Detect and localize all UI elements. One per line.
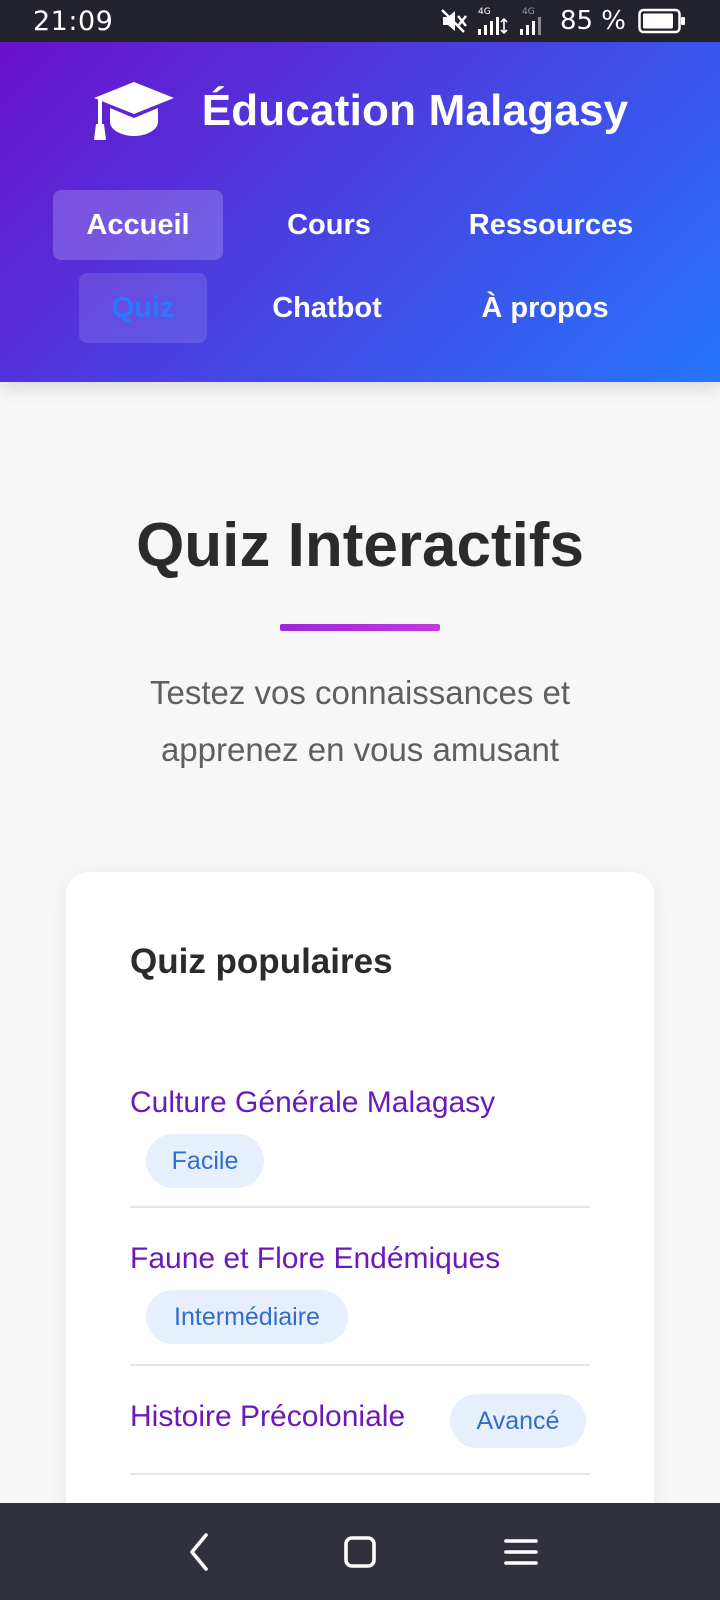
signal-icon: 4G bbox=[519, 7, 541, 35]
page-title: Quiz Interactifs bbox=[136, 511, 584, 580]
graduation-cap-icon bbox=[93, 82, 174, 140]
card-title: Quiz populaires bbox=[130, 942, 393, 981]
list-item: Histoire Précoloniale Avancé bbox=[130, 1366, 590, 1475]
mute-icon bbox=[441, 9, 467, 33]
signal-icon: 4G bbox=[477, 7, 508, 35]
site-header: Éducation Malagasy Accueil Cours Ressour… bbox=[0, 42, 720, 382]
list-item: Culture Générale Malagasy Facile bbox=[130, 1068, 590, 1208]
nav-quiz[interactable]: Quiz bbox=[79, 273, 207, 343]
page-subtitle: Testez vos connaissances et apprenez en … bbox=[149, 674, 571, 768]
quiz-link[interactable]: Histoire Précoloniale bbox=[130, 1400, 405, 1434]
status-icons: 4G 4G 85 % bbox=[440, 5, 686, 37]
difficulty-badge: Facile bbox=[146, 1134, 264, 1188]
network-label: 4G bbox=[522, 7, 535, 17]
quiz-link[interactable]: Culture Générale Malagasy bbox=[130, 1086, 495, 1120]
title-underline bbox=[280, 624, 440, 631]
list-item: Faune et Flore Endémiques Intermédiaire bbox=[130, 1208, 590, 1366]
difficulty-badge: Avancé bbox=[450, 1394, 586, 1448]
brand[interactable]: Éducation Malagasy bbox=[0, 78, 720, 144]
back-icon[interactable] bbox=[180, 1531, 222, 1573]
status-time: 21:09 bbox=[33, 5, 114, 37]
popular-quiz-card: Quiz populaires Culture Générale Malagas… bbox=[66, 872, 654, 1600]
nav-a-propos[interactable]: À propos bbox=[466, 273, 624, 343]
battery-percent: 85 % bbox=[559, 6, 626, 36]
menu-icon[interactable] bbox=[500, 1531, 542, 1573]
system-nav-bar bbox=[0, 1503, 720, 1600]
site-title: Éducation Malagasy bbox=[201, 86, 629, 135]
home-icon[interactable] bbox=[339, 1531, 381, 1573]
nav-accueil[interactable]: Accueil bbox=[53, 190, 223, 260]
battery-icon bbox=[638, 8, 685, 34]
quiz-link[interactable]: Faune et Flore Endémiques bbox=[130, 1242, 500, 1276]
nav-chatbot[interactable]: Chatbot bbox=[250, 273, 404, 343]
nav-cours[interactable]: Cours bbox=[262, 190, 396, 260]
difficulty-badge: Intermédiaire bbox=[146, 1290, 348, 1344]
nav-ressources[interactable]: Ressources bbox=[452, 190, 650, 260]
network-label: 4G bbox=[478, 7, 491, 17]
status-bar: 21:09 4G 4G 85 % bbox=[0, 0, 720, 42]
